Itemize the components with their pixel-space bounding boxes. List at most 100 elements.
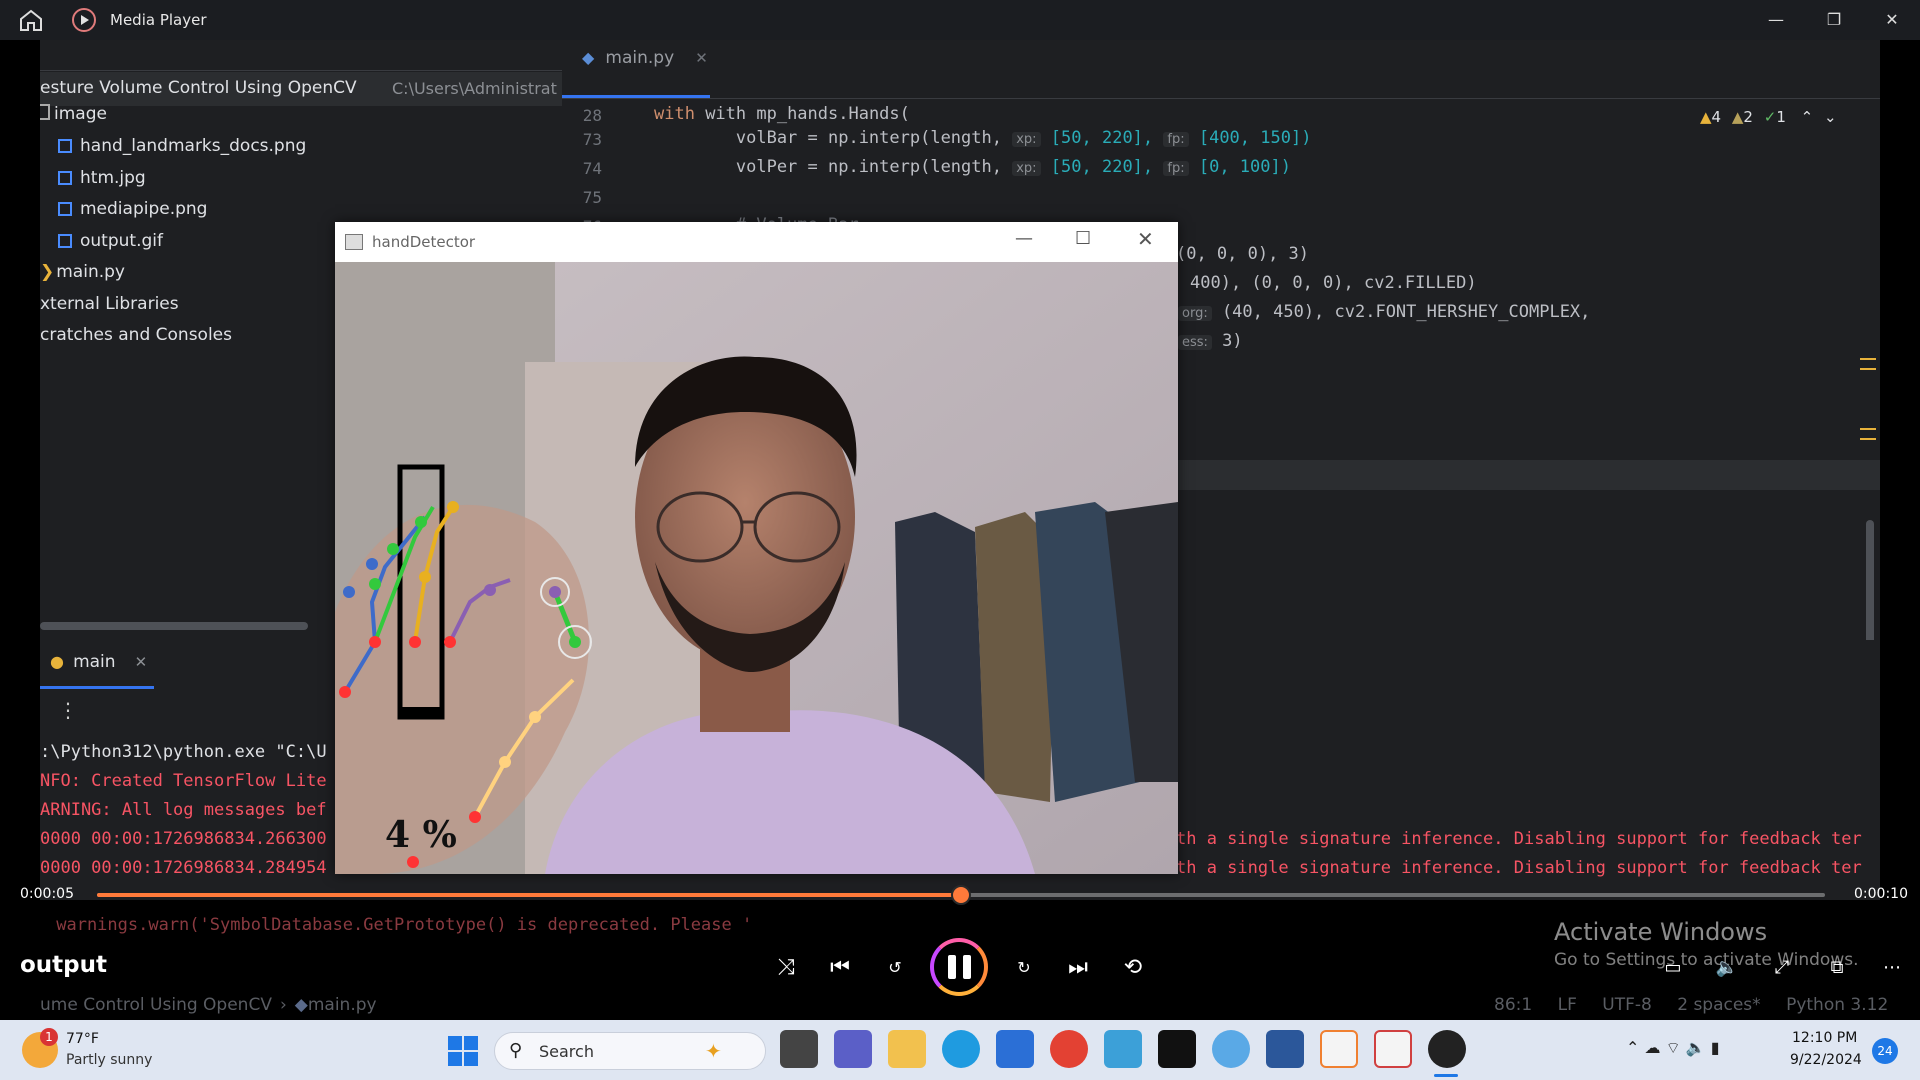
browser-icon[interactable] <box>1212 1030 1250 1068</box>
next-icon[interactable]: ⏭ <box>1058 948 1098 988</box>
tree-item-htm[interactable]: htm.jpg <box>58 168 146 188</box>
image-app-icon[interactable] <box>1104 1030 1142 1068</box>
chevron-down-icon[interactable]: ⌄ <box>1824 108 1837 126</box>
weather-badge: 1 <box>40 1028 58 1046</box>
console-line: ARNING: All log messages bef <box>40 800 327 820</box>
hand-detector-window: handDetector — ☐ ✕ 4 % <box>335 222 1178 874</box>
captions-icon[interactable]: ▭ <box>1653 948 1693 988</box>
chevron-up-icon[interactable]: ⌃ <box>1801 108 1814 126</box>
image-file-icon <box>58 171 72 185</box>
code-line-partial: ess: 3) <box>1178 331 1243 351</box>
home-icon[interactable] <box>18 8 44 32</box>
warning-marker[interactable] <box>1860 428 1876 440</box>
maximize-button[interactable]: ☐ <box>1075 228 1091 249</box>
status-info: 86:1 LF UTF-8 2 spaces* Python 3.12 <box>1494 995 1888 1015</box>
store-icon[interactable] <box>996 1030 1034 1068</box>
repeat-icon[interactable]: ⟲ <box>1113 948 1153 988</box>
close-button[interactable]: ✕ <box>1137 227 1154 251</box>
tree-item-scratches[interactable]: cratches and Consoles <box>40 325 232 345</box>
run-tab-main[interactable]: ● main ✕ <box>50 652 147 672</box>
code-line: volBar = np.interp(length, xp: [50, 220]… <box>654 128 1312 148</box>
pause-icon <box>948 955 956 979</box>
warning-marker[interactable] <box>1860 358 1876 370</box>
taskbar-search[interactable]: ⚲ Search ✦ <box>494 1032 766 1070</box>
inspection-widget[interactable]: ▲4 ▲2 ✓1 ⌃ ⌄ <box>1700 108 1837 126</box>
tab-close-icon[interactable]: ✕ <box>135 653 148 671</box>
weather-temp: 77°F <box>66 1031 99 1047</box>
image-file-icon <box>58 202 72 216</box>
tab-close-icon[interactable]: ✕ <box>695 49 708 67</box>
console-line: th a single signature inference. Disabli… <box>1176 829 1862 849</box>
code-line: volPer = np.interp(length, xp: [50, 220]… <box>654 157 1291 177</box>
horizontal-scrollbar[interactable] <box>40 622 308 630</box>
breadcrumb[interactable]: ume Control Using OpenCV › ◆main.py <box>40 995 377 1015</box>
start-icon[interactable] <box>448 1036 478 1066</box>
tree-item-external-libraries[interactable]: xternal Libraries <box>40 294 179 314</box>
sticky-line-code: with with mp_hands.Hands( <box>654 104 910 124</box>
notification-badge[interactable]: 24 <box>1872 1038 1898 1064</box>
divider <box>562 98 1880 99</box>
seek-bar-progress <box>97 893 961 897</box>
word-icon[interactable] <box>1266 1030 1304 1068</box>
line-number: 73 <box>582 130 602 149</box>
window-title: Media Player <box>110 11 207 29</box>
elapsed-time: 0:00:05 <box>20 886 74 902</box>
tree-item-output-gif[interactable]: output.gif <box>58 231 163 251</box>
code-line-partial: org: (40, 450), cv2.FONT_HERSHEY_COMPLEX… <box>1178 302 1590 322</box>
skip-back-10-icon[interactable]: ↺ <box>875 948 915 988</box>
task-view-icon[interactable] <box>780 1030 818 1068</box>
tree-item-image-folder[interactable]: image <box>40 104 107 124</box>
media-file-name: output <box>20 952 108 978</box>
code-line-partial: 400), (0, 0, 0), cv2.FILLED) <box>1190 273 1477 293</box>
more-options-icon[interactable]: ⋮ <box>58 698 78 722</box>
tree-item-main-py[interactable]: ❯ main.py <box>40 262 125 282</box>
divider <box>40 70 562 71</box>
total-time: 0:00:10 <box>1854 886 1908 902</box>
media-player-app-icon <box>72 8 96 32</box>
chrome-icon[interactable] <box>1050 1030 1088 1068</box>
clock-date[interactable]: 9/22/2024 <box>1790 1052 1862 1068</box>
jupyter-icon[interactable] <box>1320 1030 1358 1068</box>
pycharm-icon[interactable] <box>1158 1030 1196 1068</box>
console-line-warning: warnings.warn('SymbolDatabase.GetPrototy… <box>46 915 753 935</box>
fullscreen-icon[interactable]: ⤢ <box>1762 948 1802 988</box>
mini-player-icon[interactable]: ⧉ <box>1817 948 1857 988</box>
media-player-taskbar-icon[interactable] <box>1428 1030 1466 1068</box>
system-tray[interactable]: ⌃ ☁ ⌔ 🔈 ▮ <box>1626 1038 1720 1058</box>
clock-time[interactable]: 12:10 PM <box>1792 1030 1857 1046</box>
file-explorer-icon[interactable] <box>888 1030 926 1068</box>
skip-forward-30-icon[interactable]: ↻ <box>1004 948 1044 988</box>
tree-item-mediapipe[interactable]: mediapipe.png <box>58 199 207 219</box>
snipping-tool-icon[interactable] <box>1374 1030 1412 1068</box>
copilot-sparkle-icon: ✦ <box>705 1039 722 1063</box>
minimize-button[interactable]: — <box>1015 228 1033 249</box>
indent[interactable]: 2 spaces* <box>1677 995 1760 1015</box>
shuffle-icon[interactable]: ⤨ <box>766 948 806 988</box>
previous-icon[interactable]: ⏮ <box>820 948 860 988</box>
tab-main-py[interactable]: ◆ main.py ✕ <box>582 48 708 74</box>
encoding[interactable]: UTF-8 <box>1602 995 1652 1015</box>
project-root-row[interactable]: esture Volume Control Using OpenCV C:\Us… <box>40 72 562 106</box>
tree-item-hand-landmarks[interactable]: hand_landmarks_docs.png <box>58 136 306 156</box>
edge-icon[interactable] <box>942 1030 980 1068</box>
teams-icon[interactable] <box>834 1030 872 1068</box>
pause-button[interactable] <box>930 938 988 996</box>
seek-thumb[interactable] <box>951 885 971 905</box>
close-button[interactable]: ✕ <box>1864 0 1920 40</box>
console-line: 0000 00:00:1726986834.266300 <box>40 829 327 849</box>
restore-button[interactable]: ❐ <box>1806 0 1862 40</box>
caret-position[interactable]: 86:1 <box>1494 995 1532 1015</box>
volume-icon[interactable]: 🔈 <box>1707 948 1747 988</box>
line-ending[interactable]: LF <box>1558 995 1577 1015</box>
console-line: 0000 00:00:1726986834.284954 <box>40 858 327 878</box>
image-file-icon <box>58 234 72 248</box>
minimize-button[interactable]: — <box>1748 0 1804 40</box>
activate-windows-title: Activate Windows <box>1554 918 1768 946</box>
python-icon: ● <box>50 652 64 671</box>
more-icon[interactable]: ⋯ <box>1872 948 1912 988</box>
search-icon: ⚲ <box>509 1040 523 1061</box>
console-line: NFO: Created TensorFlow Lite <box>40 771 327 791</box>
interpreter[interactable]: Python 3.12 <box>1786 995 1888 1015</box>
line-number: 74 <box>582 159 602 178</box>
weather-desc: Partly sunny <box>66 1052 153 1068</box>
